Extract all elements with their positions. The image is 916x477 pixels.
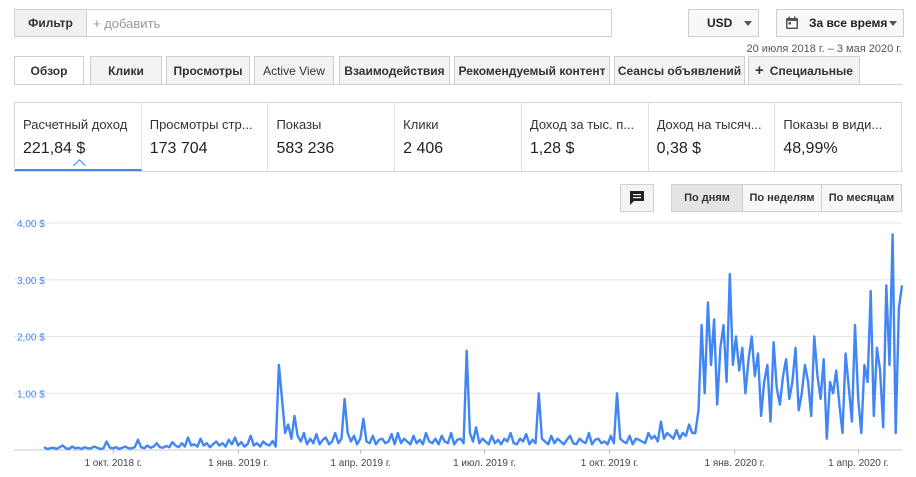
metric-card-clicks[interactable]: Клики 2 406 — [395, 103, 522, 171]
annotations-button[interactable] — [620, 184, 654, 212]
x-tick-label: 1 янв. 2019 г. — [208, 458, 268, 469]
y-tick-label: 4,00 $ — [17, 219, 45, 230]
metric-label: Доход на тысяч... — [656, 117, 762, 132]
x-tick-label: 1 июл. 2019 г. — [453, 458, 516, 469]
metric-value: 583 236 — [276, 140, 335, 157]
currency-value: USD — [707, 16, 733, 30]
series-line-revenue[interactable] — [43, 233, 904, 451]
date-range-text: 20 июля 2018 г. – 3 мая 2020 г. — [746, 43, 902, 55]
metric-card-page-views[interactable]: Просмотры стр... 173 704 — [142, 103, 269, 171]
metric-value: 48,99% — [783, 140, 838, 157]
comment-icon — [630, 191, 644, 205]
calendar-icon — [786, 16, 798, 29]
date-range-label: За все время — [809, 16, 888, 30]
x-tick-label: 1 апр. 2019 г. — [330, 458, 391, 469]
y-tick-label: 3,00 $ — [17, 276, 45, 287]
metric-value: 0,38 $ — [656, 140, 702, 157]
date-range-select[interactable]: За все время — [776, 9, 904, 37]
filter-bar: Фильтр + добавить — [14, 9, 612, 37]
metric-label: Расчетный доход — [23, 117, 128, 132]
plus-icon: + — [755, 62, 764, 79]
tab-custom[interactable]: + Специальные — [748, 56, 860, 84]
tab-ad-sessions[interactable]: Сеансы объявлений — [614, 56, 745, 84]
tab-views[interactable]: Просмотры — [166, 56, 250, 84]
tab-interactions[interactable]: Взаимодействия — [339, 56, 450, 84]
currency-select[interactable]: USD — [688, 9, 759, 37]
x-tick-label: 1 янв. 2020 г. — [705, 458, 765, 469]
metric-label: Клики — [403, 117, 439, 132]
granularity-weekly[interactable]: По неделям — [742, 184, 822, 212]
metric-label: Доход за тыс. п... — [529, 117, 635, 132]
metric-label: Просмотры стр... — [149, 117, 253, 132]
filter-add-input[interactable]: + добавить — [87, 16, 160, 31]
metric-card-page-rpm[interactable]: Доход за тыс. п... 1,28 $ — [522, 103, 649, 171]
metric-value: 2 406 — [403, 140, 444, 157]
x-tick-label: 1 апр. 2020 г. — [828, 458, 889, 469]
x-tick-label: 1 окт. 2019 г. — [581, 458, 639, 469]
metric-label: Показы в види... — [783, 117, 883, 132]
granularity-monthly[interactable]: По месяцам — [821, 184, 902, 212]
x-tick-label: 1 окт. 2018 г. — [84, 458, 142, 469]
metric-value: 1,28 $ — [529, 140, 575, 157]
metrics-scorecards: Расчетный доход 221,84 $ Просмотры стр..… — [14, 102, 902, 172]
y-tick-label: 1,00 $ — [17, 389, 45, 400]
metric-card-estimated-revenue[interactable]: Расчетный доход 221,84 $ — [15, 103, 142, 171]
tab-overview[interactable]: Обзор — [14, 56, 84, 85]
chevron-down-icon — [889, 21, 897, 26]
metric-value: 173 704 — [149, 140, 208, 157]
y-tick-label: 2,00 $ — [17, 333, 45, 344]
granularity-daily[interactable]: По дням — [671, 184, 743, 212]
metric-card-impression-rpm[interactable]: Доход на тысяч... 0,38 $ — [649, 103, 776, 171]
filter-button[interactable]: Фильтр — [15, 10, 87, 36]
tab-custom-label: Специальные — [769, 63, 853, 78]
tab-clicks[interactable]: Клики — [90, 56, 162, 84]
metric-card-viewability[interactable]: Показы в види... 48,99% — [775, 103, 901, 171]
chevron-down-icon — [744, 21, 752, 26]
tab-recommended-content[interactable]: Рекомендуемый контент — [454, 56, 610, 84]
metric-label: Показы — [276, 117, 322, 132]
metric-card-impressions[interactable]: Показы 583 236 — [268, 103, 396, 171]
tab-active-view[interactable]: Active View — [254, 56, 334, 84]
tab-divider — [14, 84, 902, 85]
metric-value: 221,84 $ — [23, 140, 86, 157]
revenue-line-chart[interactable]: 4,00 $ 3,00 $ 2,00 $ 1,00 $ 1 окт. 2018 г. 1 … — [0, 215, 916, 477]
